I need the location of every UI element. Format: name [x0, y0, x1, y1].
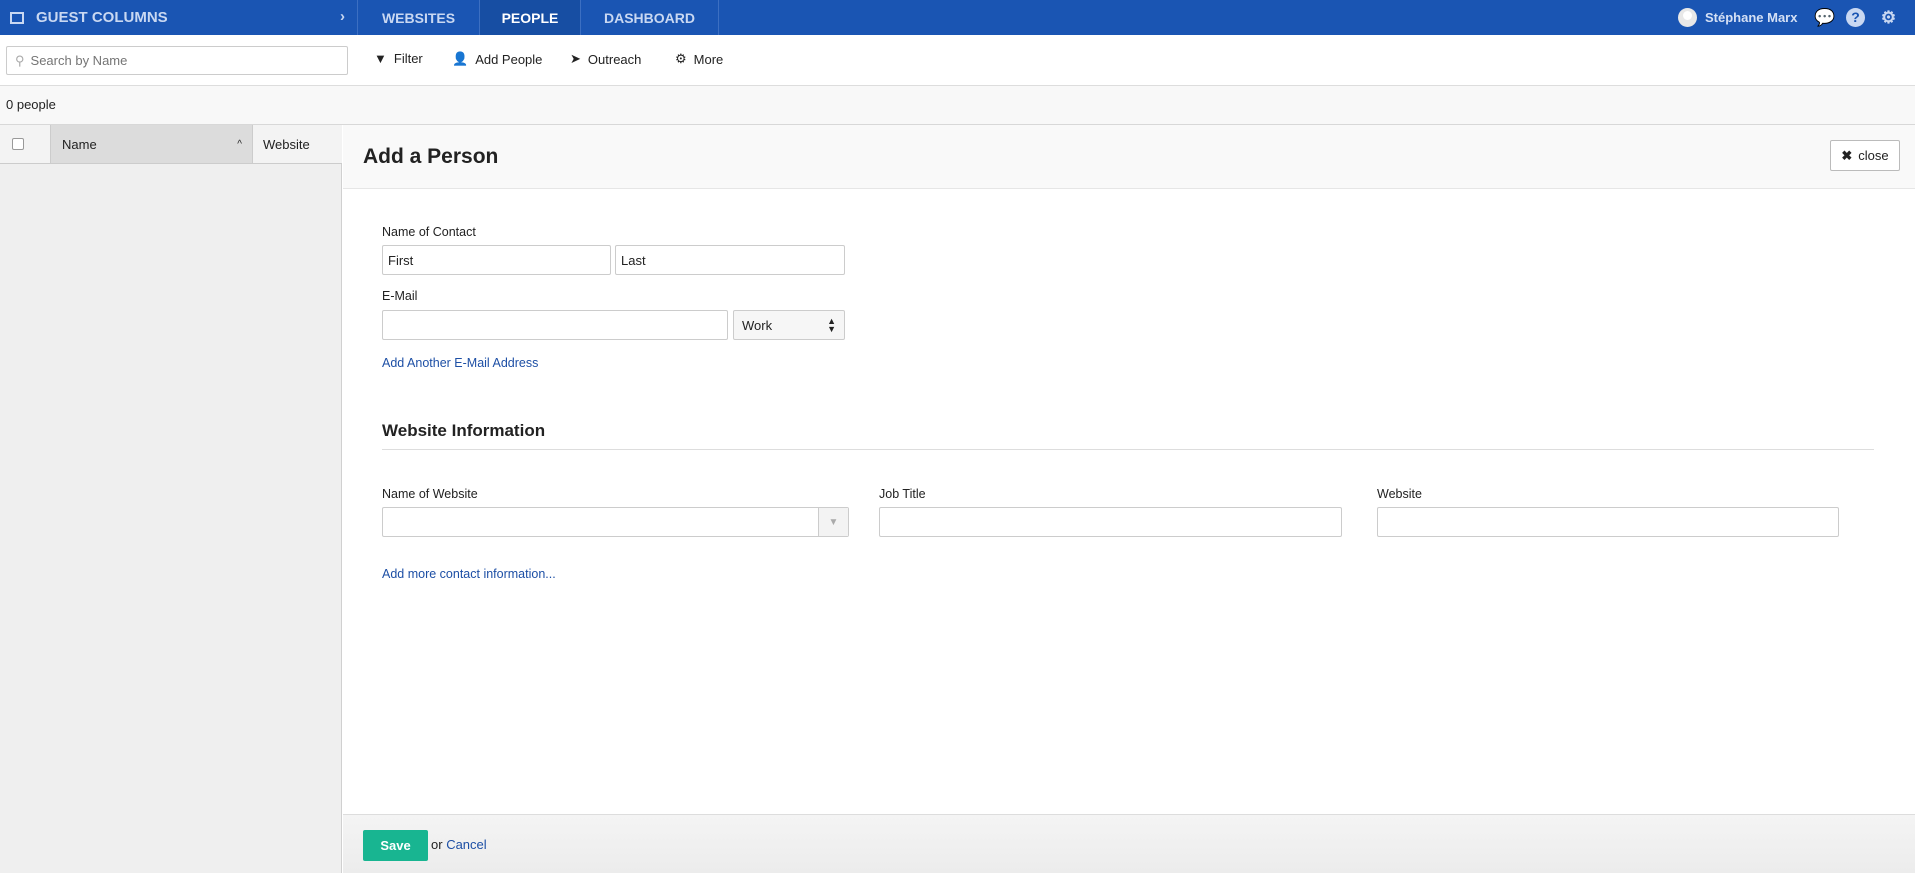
gear-icon[interactable]: ⚙ — [1879, 8, 1898, 27]
column-header-website[interactable]: Website — [253, 125, 342, 164]
gears-icon: ⚙ — [675, 51, 687, 66]
panel-header: Add a Person ✖ close — [343, 125, 1915, 189]
help-icon[interactable]: ? — [1846, 8, 1865, 27]
email-type-select[interactable]: Work ▲ ▼ — [733, 310, 845, 340]
more-label: More — [693, 51, 724, 67]
website-label: Website — [1377, 487, 1422, 501]
add-people-button[interactable]: 👤 Add People — [452, 51, 542, 67]
email-input[interactable] — [382, 310, 728, 340]
panel-footer: Save or Cancel — [343, 814, 1915, 873]
column-header-name[interactable]: Name ^ — [51, 125, 253, 164]
section-divider — [382, 449, 1874, 450]
select-all-checkbox-cell — [0, 125, 51, 164]
sort-ascending-icon: ^ — [237, 138, 242, 150]
list-icon — [10, 11, 24, 24]
people-list: Name ^ Website — [0, 125, 342, 873]
website-name-combobox[interactable]: ▼ — [382, 507, 849, 537]
chat-icon[interactable]: 💬 — [1814, 8, 1835, 27]
column-name-label: Name — [62, 136, 97, 152]
close-icon: ✖ — [1841, 147, 1853, 163]
website-name-label: Name of Website — [382, 487, 478, 501]
add-person-panel: Add a Person ✖ close Name of Contact Firs… — [343, 125, 1915, 873]
paper-plane-icon: ➤ — [570, 51, 581, 66]
search-input[interactable] — [30, 53, 331, 68]
job-title-label: Job Title — [879, 487, 926, 501]
cancel-group: or Cancel — [431, 837, 487, 852]
tab-websites[interactable]: WEBSITES — [358, 0, 480, 35]
add-contact-info-link[interactable]: Add more contact information... — [382, 567, 556, 581]
add-user-icon: 👤 — [452, 51, 469, 66]
last-name-input[interactable]: Last — [615, 245, 845, 275]
select-arrows-icon: ▲ ▼ — [827, 316, 836, 334]
website-url-input[interactable] — [1377, 507, 1839, 537]
search-box[interactable]: ⚲ — [6, 46, 348, 75]
chevron-right-icon: › — [340, 8, 345, 25]
filter-label: Filter — [393, 51, 423, 66]
tab-people[interactable]: PEOPLE — [480, 0, 581, 35]
select-all-checkbox[interactable] — [12, 138, 24, 150]
website-section-title: Website Information — [382, 421, 546, 440]
filter-icon: ▼ — [374, 51, 387, 66]
toolbar: ⚲ ▼ Filter 👤 Add People ➤ Outreach ⚙ More — [0, 35, 1915, 86]
dropdown-arrow-icon[interactable]: ▼ — [818, 508, 848, 536]
tab-dashboard[interactable]: DASHBOARD — [581, 0, 719, 35]
add-people-label: Add People — [475, 51, 543, 67]
people-count: 0 people — [0, 86, 1915, 125]
more-button[interactable]: ⚙ More — [675, 51, 723, 67]
panel-title: Add a Person — [363, 145, 499, 168]
job-title-input[interactable] — [879, 507, 1342, 537]
app-switcher[interactable]: GUEST COLUMNS › — [0, 0, 358, 35]
brand-name: GUEST COLUMNS — [36, 9, 168, 26]
filter-button[interactable]: ▼ Filter — [374, 51, 423, 66]
save-button[interactable]: Save — [363, 830, 428, 861]
cancel-link[interactable]: Cancel — [446, 837, 486, 852]
or-text: or — [431, 837, 443, 852]
email-type-value: Work — [742, 317, 773, 333]
search-icon: ⚲ — [15, 52, 25, 68]
user-name: Stéphane Marx — [1705, 10, 1798, 25]
close-label: close — [1858, 148, 1889, 163]
add-email-link[interactable]: Add Another E-Mail Address — [382, 356, 538, 370]
email-label: E-Mail — [382, 289, 418, 303]
avatar — [1678, 8, 1697, 27]
outreach-button[interactable]: ➤ Outreach — [570, 51, 641, 67]
user-menu[interactable]: Stéphane Marx — [1678, 0, 1797, 35]
contact-name-label: Name of Contact — [382, 225, 476, 239]
outreach-label: Outreach — [587, 51, 642, 67]
first-name-input[interactable]: First — [382, 245, 611, 275]
close-button[interactable]: ✖ close — [1830, 140, 1900, 171]
top-nav-bar: GUEST COLUMNS › WEBSITES PEOPLE DASHBOAR… — [0, 0, 1915, 35]
